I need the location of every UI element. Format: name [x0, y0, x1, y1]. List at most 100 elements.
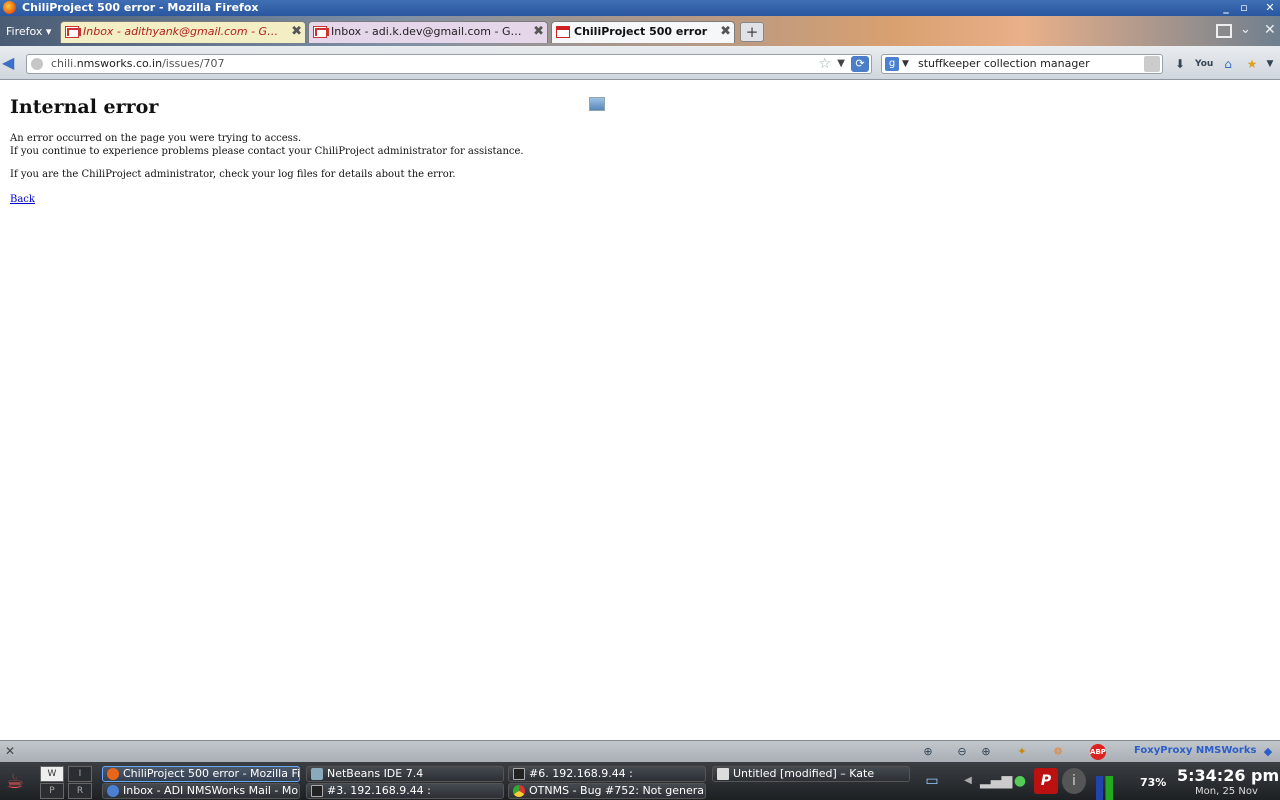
- error-line: An error occurred on the page you were t…: [10, 133, 302, 144]
- system-monitor-icon: [1096, 776, 1120, 800]
- close-addon-bar-icon[interactable]: ✕: [5, 744, 15, 758]
- tab-label: ChiliProject 500 error: [574, 25, 708, 38]
- bookmarks-icon[interactable]: ★: [1244, 56, 1260, 72]
- home-icon[interactable]: ⌂: [1220, 56, 1236, 72]
- page-heading: Internal error: [10, 96, 159, 118]
- close-tab-icon[interactable]: ✖: [720, 24, 731, 40]
- tab-chiliproject-error[interactable]: ChiliProject 500 error ✖: [551, 21, 735, 43]
- firefox-logo-icon: [3, 1, 16, 14]
- task-firefox[interactable]: ChiliProject 500 error - Mozilla Fi: [102, 766, 300, 782]
- firefox-icon: [107, 768, 119, 780]
- url-prefix: chili.: [51, 57, 77, 70]
- task-label: #6. 192.168.9.44 :: [529, 767, 633, 780]
- chrome-icon: [513, 785, 525, 797]
- greasemonkey-icon[interactable]: ☸: [1050, 744, 1066, 760]
- globe-icon: [31, 58, 43, 70]
- terminal-icon: [311, 785, 323, 797]
- url-bar[interactable]: chili.nmsworks.co.in/issues/707 ☆ ▼ ⟳: [26, 54, 872, 74]
- back-arrow-icon[interactable]: ◀: [2, 54, 22, 72]
- date: Mon, 25 Nov: [1195, 786, 1258, 797]
- display-icon[interactable]: ▭: [920, 768, 944, 794]
- task-label: Untitled [modified] – Kate: [733, 767, 875, 780]
- chiliproject-icon: [556, 26, 570, 38]
- window-titlebar: ChiliProject 500 error - Mozilla Firefox…: [0, 0, 1280, 16]
- close-window-icon[interactable]: ✕: [1264, 2, 1276, 14]
- back-link[interactable]: Back: [10, 194, 35, 205]
- pager-desktop-1[interactable]: W: [40, 766, 64, 782]
- task-label: ChiliProject 500 error - Mozilla Fi: [123, 767, 300, 780]
- tab-groups-icon[interactable]: [1216, 24, 1232, 38]
- taskbar: ☕ W I P R ChiliProject 500 error - Mozil…: [0, 762, 1280, 800]
- kate-icon: [717, 768, 729, 780]
- task-terminal-6[interactable]: #6. 192.168.9.44 :: [508, 766, 706, 782]
- reload-icon[interactable]: ⟳: [851, 56, 869, 72]
- thunderbird-icon: [107, 785, 119, 797]
- task-label: #3. 192.168.9.44 :: [327, 784, 431, 797]
- gmail-icon: [313, 26, 329, 38]
- pager-desktop-3[interactable]: P: [40, 783, 64, 799]
- tab-label: Inbox - adithyank@gmail.com - Gmail: [83, 25, 287, 38]
- tray-expand-icon[interactable]: ◀: [956, 768, 980, 794]
- stylish-icon[interactable]: ✦: [1014, 744, 1030, 760]
- network-signal-icon[interactable]: ▂▄▆: [980, 768, 1012, 794]
- task-label: Inbox - ADI NMSWorks Mail - Mo: [123, 784, 299, 797]
- task-thunderbird[interactable]: Inbox - ADI NMSWorks Mail - Mo: [102, 783, 300, 799]
- broken-image-icon: [589, 97, 605, 111]
- page-content: Internal error An error occurred on the …: [0, 80, 1280, 740]
- maximize-icon[interactable]: ▫: [1238, 2, 1250, 14]
- close-icon[interactable]: ✕: [1264, 22, 1276, 38]
- info-icon[interactable]: i: [1062, 768, 1086, 794]
- task-kate[interactable]: Untitled [modified] – Kate: [712, 766, 910, 782]
- close-tab-icon[interactable]: ✖: [291, 24, 302, 40]
- minimize-icon[interactable]: _: [1220, 2, 1232, 14]
- tab-label: Inbox - adi.k.dev@gmail.com - Gmail: [331, 25, 529, 38]
- navigation-toolbar: ◀ chili.nmsworks.co.in/issues/707 ☆ ▼ ⟳ …: [0, 46, 1280, 80]
- battery-level[interactable]: 73%: [1140, 776, 1166, 789]
- kde-menu-icon[interactable]: ☕: [6, 766, 32, 796]
- network-manager-icon[interactable]: ●: [1008, 768, 1032, 794]
- tab-gmail-adi-k-dev[interactable]: Inbox - adi.k.dev@gmail.com - Gmail ✖: [308, 21, 548, 43]
- chevron-down-icon[interactable]: ▼: [902, 55, 909, 73]
- terminal-icon: [513, 768, 525, 780]
- task-label: NetBeans IDE 7.4: [327, 767, 424, 780]
- url-path: /issues/707: [162, 57, 225, 70]
- url-host: nmsworks.co.in: [76, 57, 163, 70]
- pager-desktop-2[interactable]: I: [68, 766, 92, 782]
- pager-desktop-4[interactable]: R: [68, 783, 92, 799]
- youtube-icon[interactable]: You: [1195, 56, 1213, 72]
- window-title: ChiliProject 500 error - Mozilla Firefox: [22, 1, 259, 14]
- search-bar[interactable]: g ▼ stuffkeeper collection manager: [881, 54, 1163, 74]
- tab-gmail-adithyank[interactable]: Inbox - adithyank@gmail.com - Gmail ✖: [60, 21, 306, 43]
- search-engine-manager-icon[interactable]: [1144, 56, 1160, 72]
- error-line: If you continue to experience problems p…: [10, 146, 524, 157]
- task-netbeans[interactable]: NetBeans IDE 7.4: [306, 766, 504, 782]
- task-label: OTNMS - Bug #752: Not genera: [529, 784, 704, 797]
- download-icon[interactable]: ⬇: [1172, 56, 1188, 72]
- task-terminal-3[interactable]: #3. 192.168.9.44 :: [306, 783, 504, 799]
- new-tab-button[interactable]: +: [740, 22, 764, 42]
- foxyproxy-icon[interactable]: ◆: [1260, 744, 1276, 760]
- search-input[interactable]: stuffkeeper collection manager: [918, 57, 1090, 70]
- task-chrome-otnms[interactable]: OTNMS - Bug #752: Not genera: [508, 783, 706, 799]
- zoom-out-icon[interactable]: ⊖: [954, 744, 970, 760]
- gmail-icon: [65, 26, 81, 38]
- foxyproxy-label[interactable]: FoxyProxy NMSWorks: [1134, 745, 1256, 756]
- google-icon[interactable]: g: [885, 57, 899, 71]
- bookmark-star-icon[interactable]: ☆: [818, 55, 831, 73]
- clock[interactable]: 5:34:26 pm: [1177, 766, 1279, 785]
- netbeans-icon: [311, 768, 323, 780]
- pidgin-icon[interactable]: P: [1034, 768, 1058, 794]
- chevron-down-icon[interactable]: ▼: [837, 55, 845, 73]
- tab-strip: Firefox ▾ Inbox - adithyank@gmail.com - …: [0, 16, 1280, 46]
- move-icon[interactable]: ⊕: [920, 744, 936, 760]
- firefox-menu-label: Firefox: [6, 25, 43, 38]
- list-all-tabs-icon[interactable]: ⌄: [1240, 22, 1251, 37]
- addon-bar: ✕ ⊕ ⊖ ⊕ ✦ ☸ ABP FoxyProxy NMSWorks ◆: [0, 740, 1280, 762]
- zoom-in-icon[interactable]: ⊕: [978, 744, 994, 760]
- close-tab-icon[interactable]: ✖: [533, 24, 544, 40]
- error-message: An error occurred on the page you were t…: [10, 132, 524, 158]
- firefox-menu-button[interactable]: Firefox ▾: [0, 20, 54, 44]
- chevron-down-icon[interactable]: ▼: [1262, 56, 1278, 72]
- admin-hint: If you are the ChiliProject administrato…: [10, 169, 456, 180]
- adblock-icon[interactable]: ABP: [1090, 744, 1106, 760]
